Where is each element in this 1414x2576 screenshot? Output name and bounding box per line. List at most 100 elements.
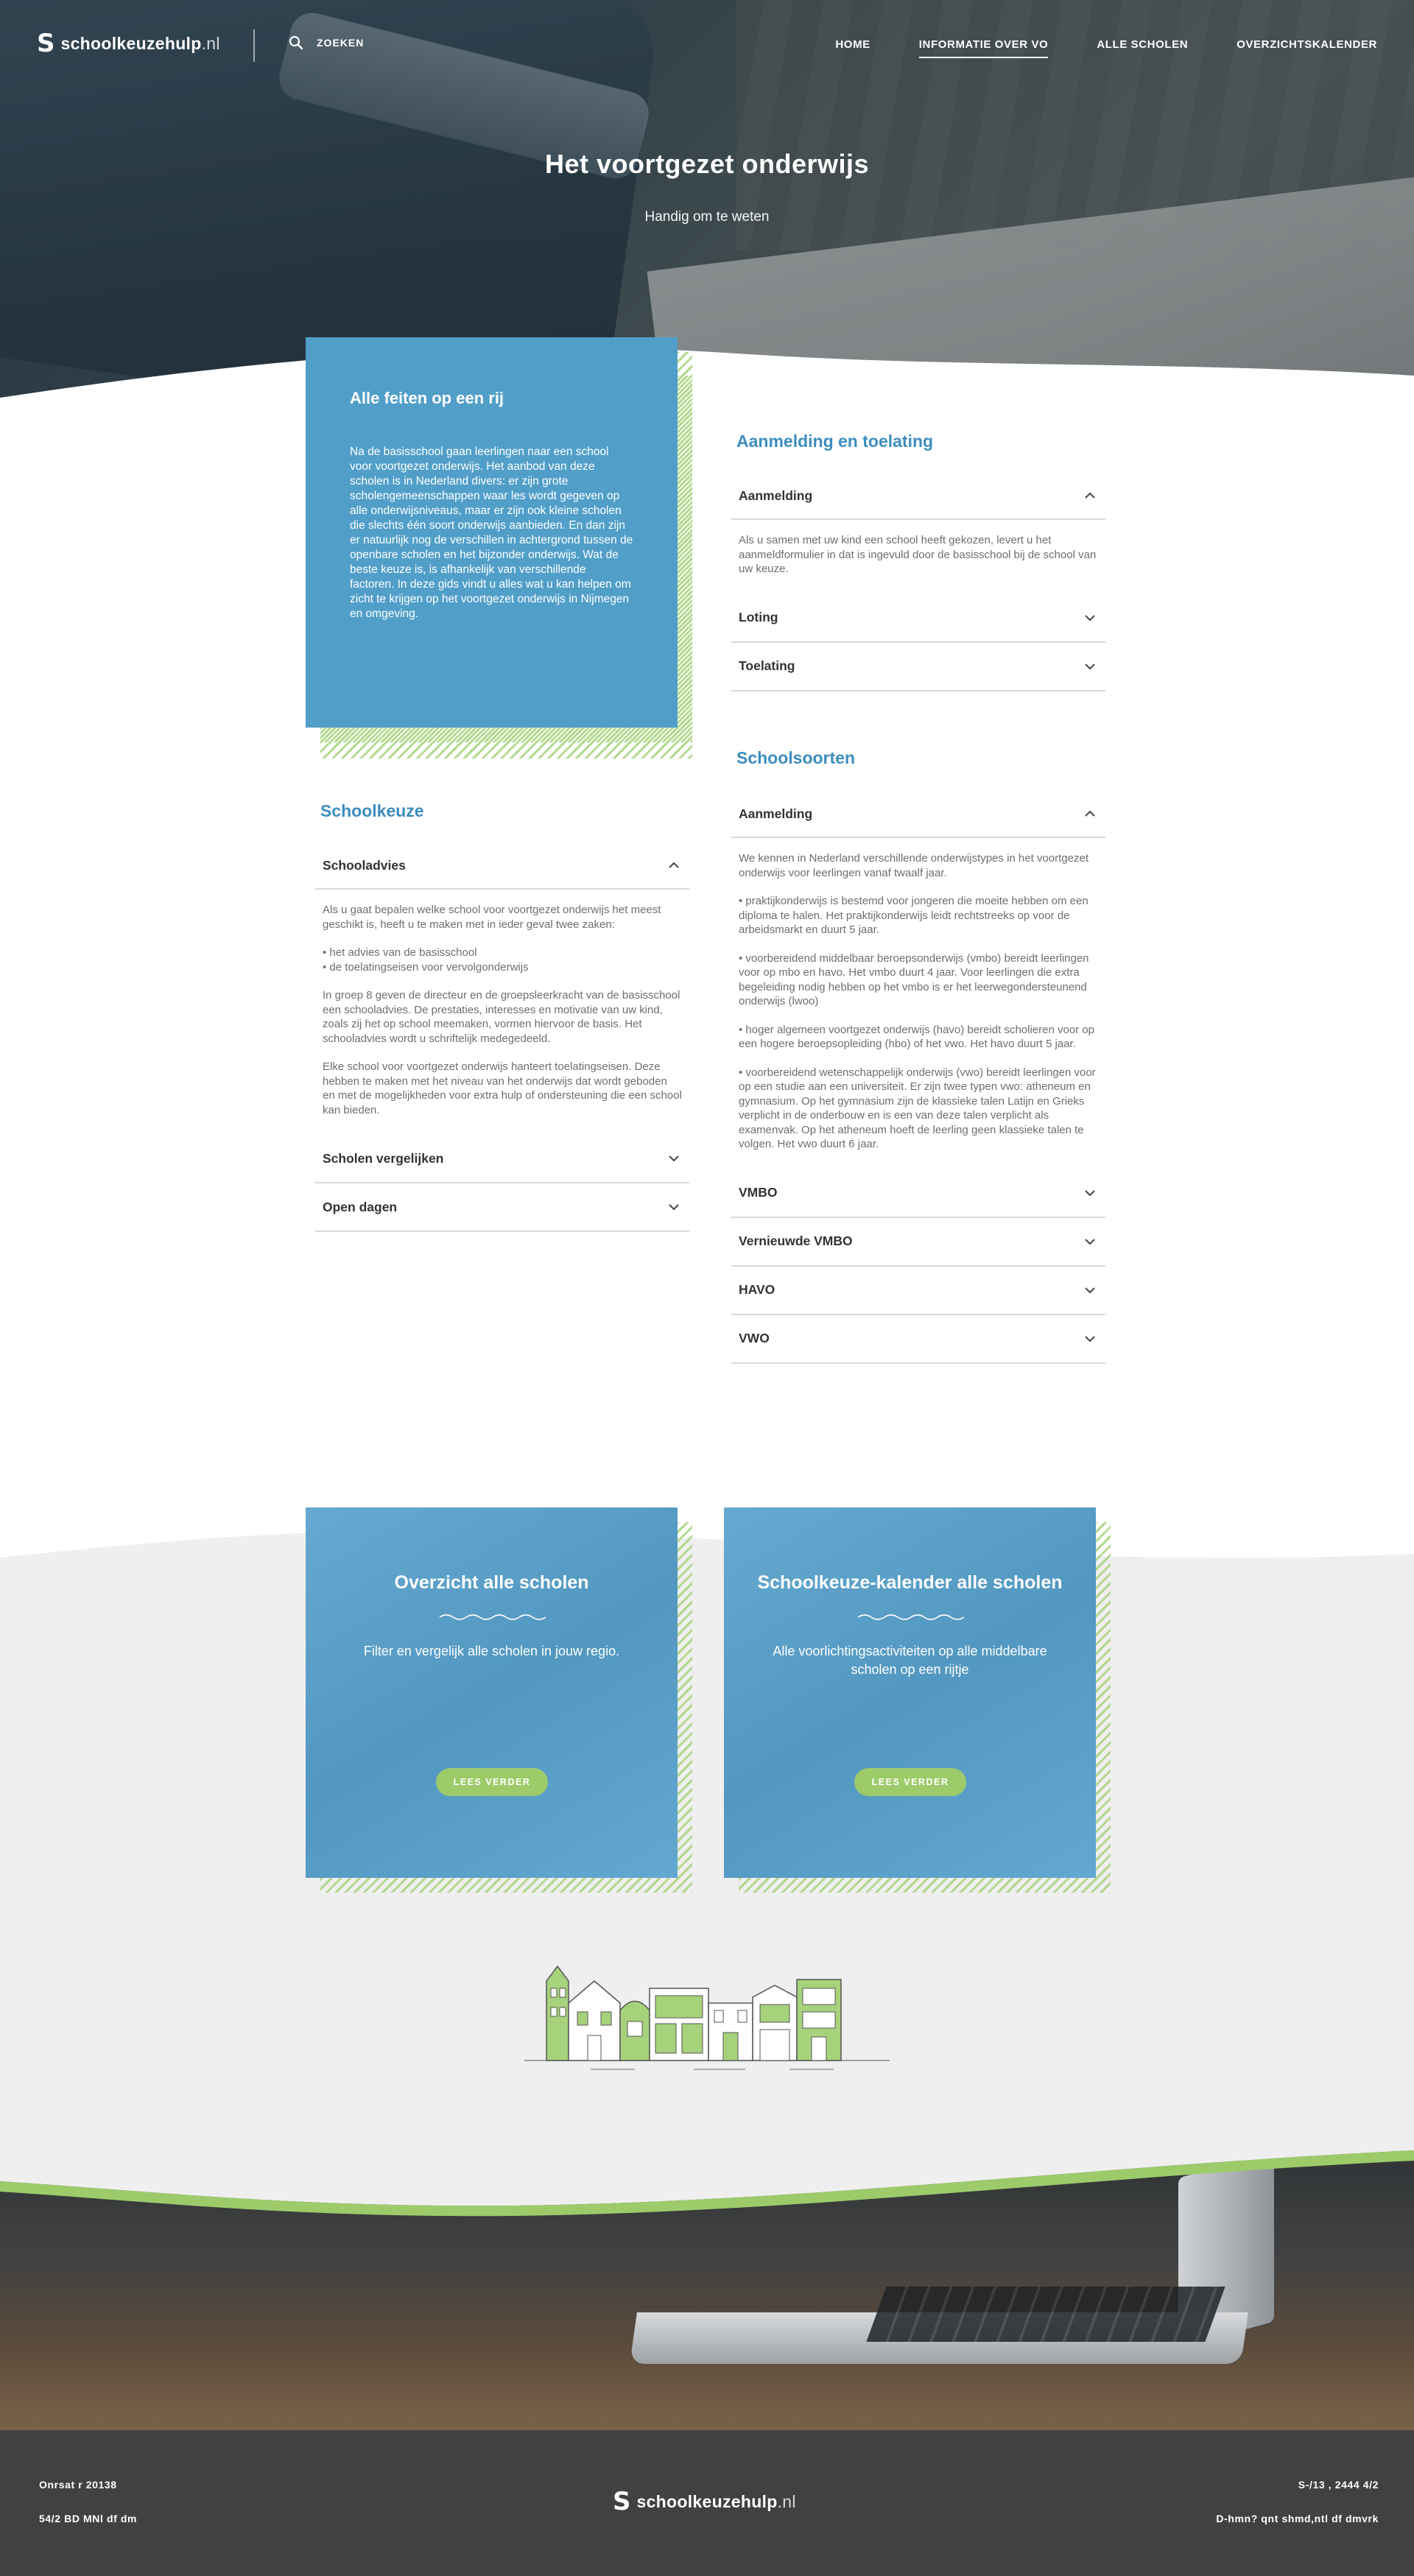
card-text: Alle voorlichtingsactiviteiten op alle m…: [773, 1644, 1047, 1677]
menu-item-informatie-over-vo[interactable]: INFORMATIE OVER VO: [918, 38, 1049, 58]
accordion-header-vernieuwde-vmbo[interactable]: Vernieuwde VMBO: [731, 1218, 1105, 1265]
search-icon: [289, 35, 303, 50]
accordion-label: Schooladvies: [323, 857, 406, 873]
logo-text: schoolkeuzehulp.nl: [636, 2491, 796, 2511]
accordion-header-havo[interactable]: HAVO: [731, 1267, 1105, 1314]
aanmelding-accordion: Aanmelding Als u samen met uw kind een s…: [731, 473, 1105, 691]
accordion-label: Vernieuwde VMBO: [739, 1234, 853, 1248]
lees-verder-button[interactable]: LEES VERDER: [436, 1768, 548, 1796]
accordion-item: VWO: [731, 1315, 1105, 1364]
accordion-header-open-dagen[interactable]: Open dagen: [315, 1183, 689, 1231]
city-illustration-icon: [524, 1965, 890, 2070]
facts-text: Na de basisschool gaan leerlingen naar e…: [350, 446, 633, 620]
chevron-down-icon: [669, 1204, 679, 1211]
main-menu: HOME INFORMATIE OVER VO ALLE SCHOLEN OVE…: [835, 38, 1377, 58]
card-title: Schoolkeuze-kalender alle scholen: [757, 1572, 1063, 1593]
card-inner: Overzicht alle scholen Filter en vergeli…: [306, 1507, 678, 1878]
chevron-up-icon: [1085, 810, 1095, 817]
chevron-down-icon: [1085, 1287, 1095, 1293]
footer-email: D-hmn? qnt shmd,ntl df dmvrk: [1216, 2513, 1379, 2524]
accordion-paragraph: In groep 8 geven de directeur en de groe…: [323, 989, 680, 1045]
accordion-paragraph: Elke school voor voortgezet onderwijs ha…: [323, 1060, 682, 1116]
schoolsoorten-title: Schoolsoorten: [736, 748, 856, 767]
accordion-paragraph: • voorbereidend middelbaar beroepsonderw…: [739, 951, 1089, 1008]
nav-divider: [253, 29, 255, 62]
footer-wave: [0, 2136, 1414, 2217]
accordion-header-vmbo[interactable]: VMBO: [731, 1169, 1105, 1217]
chevron-down-icon: [1085, 1335, 1095, 1342]
accordion-item: Aanmelding We kennen in Nederland versch…: [731, 791, 1105, 1169]
footer: Onrsat r 20138 54/2 BD MNl df dm S schoo…: [0, 2430, 1414, 2576]
chevron-down-icon: [1085, 663, 1095, 669]
accordion-item: Scholen vergelijken: [315, 1135, 689, 1183]
accordion-item: HAVO: [731, 1267, 1105, 1315]
page-title: Het voortgezet onderwijs: [544, 149, 870, 179]
footer-address: Onrsat r 20138: [39, 2479, 117, 2491]
accordion-item: Open dagen: [315, 1183, 689, 1232]
accordion-item: Loting: [731, 594, 1105, 643]
accordion-label: Scholen vergelijken: [323, 1150, 444, 1166]
menu-item-overzichtskalender[interactable]: OVERZICHTSKALENDER: [1237, 38, 1377, 58]
chevron-up-icon: [1085, 492, 1095, 499]
card-title: Overzicht alle scholen: [394, 1572, 589, 1593]
footer-phone: S-/13 , 2444 4/2: [1298, 2479, 1379, 2491]
accordion-item: Toelating: [731, 643, 1105, 691]
accordion-label: HAVO: [739, 1282, 775, 1297]
aanmelding-title: Aanmelding en toelating: [736, 432, 934, 451]
accordion-label: Aanmelding: [739, 806, 813, 821]
chevron-down-icon: [669, 1155, 679, 1162]
card-inner: Schoolkeuze-kalender alle scholen Alle v…: [724, 1507, 1096, 1878]
accordion-label: Loting: [739, 610, 778, 624]
schoolsoorten-accordion: Aanmelding We kennen in Nederland versch…: [731, 791, 1105, 1364]
menu-item-home[interactable]: HOME: [835, 38, 870, 58]
accordion-label: Open dagen: [323, 1199, 398, 1214]
card-overzicht-scholen[interactable]: Overzicht alle scholen Filter en vergeli…: [306, 1507, 678, 1878]
accordion-label: VMBO: [739, 1185, 778, 1200]
accordion-label: VWO: [739, 1331, 770, 1345]
accordion-header-toelating[interactable]: Toelating: [731, 643, 1105, 690]
accordion-header-vwo[interactable]: VWO: [731, 1315, 1105, 1362]
chevron-down-icon: [1085, 614, 1095, 621]
card-text: Filter en vergelijk alle scholen in jouw…: [363, 1644, 620, 1658]
footer-logo[interactable]: S schoolkeuzehulp.nl: [613, 2489, 796, 2514]
logo-mark-icon: S: [613, 2487, 631, 2516]
accordion-label: Aanmelding: [739, 488, 813, 503]
footer-image-keyboard: [866, 2287, 1225, 2342]
accordion-paragraph: • praktijkonderwijs is bestemd voor jong…: [739, 895, 1088, 936]
content-area: [0, 376, 1414, 1473]
accordion-body: Als u gaat bepalen welke school voor voo…: [315, 890, 689, 1135]
accordion-item: Vernieuwde VMBO: [731, 1218, 1105, 1267]
accordion-item: VMBO: [731, 1169, 1105, 1218]
site-logo[interactable]: S schoolkeuzehulp.nl: [37, 31, 220, 56]
search-label: ZOEKEN: [317, 37, 365, 49]
chevron-up-icon: [669, 862, 679, 868]
accordion-header-schooladvies[interactable]: Schooladvies: [315, 842, 689, 890]
chevron-down-icon: [1085, 1238, 1095, 1245]
accordion-header-aanmelding[interactable]: Aanmelding: [731, 473, 1105, 520]
schoolkeuze-title: Schoolkeuze: [320, 801, 424, 820]
accordion-paragraph: • voorbereidend wetenschappelijk onderwi…: [739, 1066, 1096, 1151]
accordion-body: Als u samen met uw kind een school heeft…: [731, 520, 1105, 594]
menu-item-alle-scholen[interactable]: ALLE SCHOLEN: [1097, 38, 1188, 58]
logo-text: schoolkeuzehulp.nl: [60, 33, 220, 53]
page-subtitle: Handig om te weten: [644, 209, 770, 225]
accordion-paragraph: • hoger algemeen voortgezet onderwijs (h…: [739, 1023, 1095, 1051]
accordion-label: Toelating: [739, 658, 795, 673]
accordion-paragraph: We kennen in Nederland verschillende ond…: [739, 852, 1088, 879]
accordion-header-loting[interactable]: Loting: [731, 594, 1105, 641]
accordion-body: We kennen in Nederland verschillende ond…: [731, 838, 1105, 1169]
cards-wave: [0, 1473, 1414, 1558]
accordion-header-aanmelding[interactable]: Aanmelding: [731, 791, 1105, 838]
accordion-paragraph: Als u samen met uw kind een school heeft…: [739, 534, 1097, 575]
chevron-down-icon: [1085, 1189, 1095, 1196]
card-schoolkeuze-kalender[interactable]: Schoolkeuze-kalender alle scholen Alle v…: [724, 1507, 1096, 1878]
accordion-list: • het advies van de basisschool • de toe…: [323, 946, 529, 974]
squiggle-divider-icon: [439, 1614, 546, 1620]
accordion-header-scholen-vergelijken[interactable]: Scholen vergelijken: [315, 1135, 689, 1182]
lees-verder-button[interactable]: LEES VERDER: [854, 1768, 966, 1796]
accordion-paragraph: Als u gaat bepalen welke school voor voo…: [323, 904, 661, 931]
squiggle-divider-icon: [857, 1614, 964, 1620]
search-button[interactable]: ZOEKEN: [289, 35, 364, 50]
logo-mark-icon: S: [37, 29, 55, 58]
facts-title: Alle feiten op een rij: [350, 389, 504, 407]
